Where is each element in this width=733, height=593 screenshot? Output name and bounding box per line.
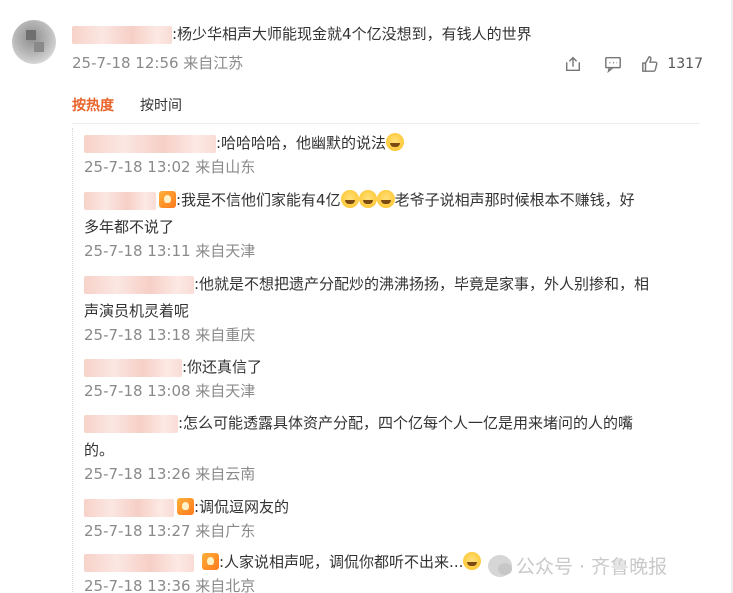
grin-emoji-icon bbox=[463, 552, 482, 570]
blurred-username[interactable] bbox=[84, 275, 194, 294]
vip-badge-icon bbox=[177, 498, 194, 515]
reply-text-cont: 声演员机灵着呢 bbox=[84, 302, 190, 320]
wechat-logo-icon bbox=[488, 554, 512, 577]
reply-meta: 25-7-18 13:26 来自云南 bbox=[84, 465, 256, 483]
reply-meta: 25-7-18 13:08 来自天津 bbox=[84, 382, 256, 400]
reply-text: :人家说相声呢，调侃你都听不出来... bbox=[219, 553, 464, 571]
blurred-username[interactable] bbox=[72, 25, 172, 44]
avatar[interactable] bbox=[12, 20, 56, 64]
share-icon[interactable] bbox=[553, 52, 593, 76]
tab-sort-hot[interactable]: 按热度 bbox=[72, 95, 114, 115]
main-comment-body: :杨少华相声大师能现金就4个亿没想到，有钱人的世界 bbox=[172, 25, 532, 43]
reply-text: 老爷子说相声那时候根本不赚钱，好 bbox=[394, 191, 635, 209]
reply-text: :你还真信了 bbox=[182, 358, 263, 376]
laughing-emoji-icon bbox=[386, 133, 405, 151]
watermark-text: 公众号 · 齐鲁晚报 bbox=[516, 556, 668, 578]
vip-badge-icon bbox=[202, 553, 219, 570]
reply-list: :哈哈哈哈，他幽默的说法 25-7-18 13:02 来自山东 :我是不信他们家… bbox=[72, 128, 702, 593]
tab-sort-time[interactable]: 按时间 bbox=[140, 95, 182, 115]
like-count: 1317 bbox=[667, 56, 703, 72]
reply-text: :怎么可能透露具体资产分配，四个亿每个人一亿是用来堵问的人的嘴 bbox=[178, 414, 634, 432]
reply-item: :怎么可能透露具体资产分配，四个亿每个人一亿是用来堵问的人的嘴 的。 25-7-… bbox=[84, 410, 696, 484]
main-comment-text: :杨少华相声大师能现金就4个亿没想到，有钱人的世界 bbox=[72, 24, 532, 44]
blurred-username[interactable] bbox=[84, 191, 156, 210]
watermark: 公众号 · 齐鲁晚报 bbox=[488, 552, 667, 579]
main-comment-meta: 25-7-18 12:56 来自江苏 bbox=[72, 54, 244, 72]
reply-item: :我是不信他们家能有4亿 老爷子说相声那时候根本不赚钱，好 多年都不说了 25-7… bbox=[84, 187, 696, 261]
crying-laughing-emoji-icon bbox=[376, 190, 395, 208]
main-comment: :杨少华相声大师能现金就4个亿没想到，有钱人的世界 25-7-18 12:56 … bbox=[0, 0, 733, 90]
crying-laughing-emoji-icon bbox=[358, 190, 377, 208]
sort-tabs: 按热度 按时间 bbox=[72, 95, 182, 115]
reply-text: :调侃逗网友的 bbox=[194, 498, 290, 516]
blurred-username[interactable] bbox=[84, 134, 216, 153]
blurred-username[interactable] bbox=[84, 498, 174, 517]
reply-meta: 25-7-18 13:27 来自广东 bbox=[84, 522, 256, 540]
blurred-username[interactable] bbox=[84, 414, 178, 433]
reply-text: :哈哈哈哈，他幽默的说法 bbox=[216, 134, 387, 152]
reply-text: :他就是不想把遗产分配炒的沸沸扬扬，毕竟是家事，外人别掺和，相 bbox=[194, 275, 650, 293]
reply-meta: 25-7-18 13:02 来自山东 bbox=[84, 158, 256, 176]
reply-text-cont: 的。 bbox=[84, 441, 115, 459]
reply-meta: 25-7-18 13:18 来自重庆 bbox=[84, 326, 256, 344]
reply-item: :哈哈哈哈，他幽默的说法 25-7-18 13:02 来自山东 bbox=[84, 130, 696, 177]
crying-laughing-emoji-icon bbox=[340, 190, 359, 208]
reply-text-cont: 多年都不说了 bbox=[84, 218, 175, 236]
reply-item: :他就是不想把遗产分配炒的沸沸扬扬，毕竟是家事，外人别掺和，相 声演员机灵着呢 … bbox=[84, 271, 696, 345]
blurred-username[interactable] bbox=[84, 358, 182, 377]
comment-actions: 1317 bbox=[553, 52, 703, 76]
reply-item: :你还真信了 25-7-18 13:08 来自天津 bbox=[84, 354, 696, 401]
reply-text: :我是不信他们家能有4亿 bbox=[176, 191, 341, 209]
reply-item: :调侃逗网友的 25-7-18 13:27 来自广东 bbox=[84, 494, 696, 541]
like-button[interactable]: 1317 bbox=[633, 52, 703, 76]
thumbs-up-icon bbox=[642, 56, 658, 72]
blurred-username[interactable] bbox=[84, 553, 194, 572]
reply-meta: 25-7-18 13:11 来自天津 bbox=[84, 242, 256, 260]
divider bbox=[72, 123, 700, 124]
comment-icon[interactable] bbox=[593, 52, 633, 76]
vip-badge-icon bbox=[159, 191, 176, 208]
